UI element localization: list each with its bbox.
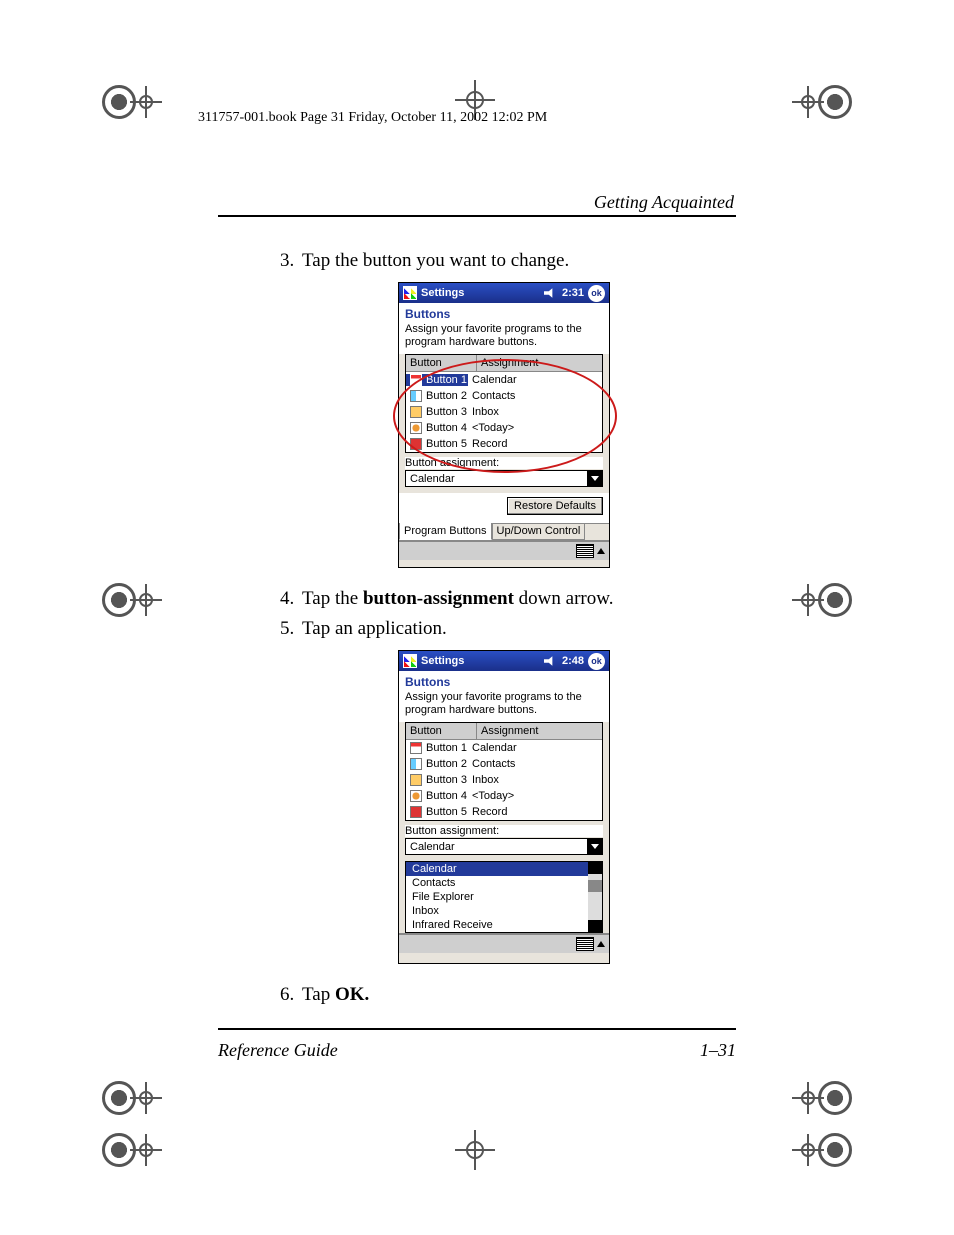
table-row[interactable]: Button 4 <Today> [406, 420, 602, 436]
tab-bar: Program Buttons Up/Down Control [399, 523, 609, 540]
panel-title: Buttons [399, 671, 609, 691]
register-mark [792, 570, 852, 630]
window-title: Settings [421, 655, 464, 667]
column-header-button: Button [406, 355, 477, 371]
register-mark [102, 570, 162, 630]
column-header-button: Button [406, 723, 477, 739]
assignment-label: Button assignment: [405, 825, 603, 837]
inbox-icon [410, 774, 422, 786]
system-bar [399, 933, 609, 953]
divider [218, 1028, 736, 1030]
window-titlebar: Settings 2:31 ok [399, 283, 609, 303]
calendar-icon [410, 374, 422, 386]
dropdown-item[interactable]: Calendar [406, 862, 602, 876]
today-icon [410, 422, 422, 434]
speaker-icon[interactable] [544, 655, 556, 667]
clock: 2:31 [562, 287, 584, 299]
system-bar [399, 540, 609, 560]
table-row[interactable]: Button 2 Contacts [406, 756, 602, 772]
contacts-icon [410, 758, 422, 770]
up-arrow-icon[interactable] [597, 941, 605, 947]
table-row[interactable]: Button 5 Record [406, 804, 602, 820]
dropdown-item[interactable]: Inbox [406, 904, 602, 918]
speaker-icon[interactable] [544, 287, 556, 299]
chevron-down-icon[interactable] [587, 839, 602, 854]
keyboard-icon[interactable] [576, 544, 594, 558]
restore-defaults-button[interactable]: Restore Defaults [507, 497, 603, 515]
record-icon [410, 438, 422, 450]
page-number: 1–31 [700, 1040, 736, 1061]
book-header: 311757-001.book Page 31 Friday, October … [198, 110, 547, 126]
panel-title: Buttons [399, 303, 609, 323]
register-mark [792, 72, 852, 132]
window-titlebar: Settings 2:48 ok [399, 651, 609, 671]
table-row[interactable]: Button 5 Record [406, 436, 602, 452]
dropdown-item[interactable]: Infrared Receive [406, 918, 602, 932]
tab-program-buttons[interactable]: Program Buttons [399, 523, 492, 540]
manual-page: 311757-001.book Page 31 Friday, October … [0, 0, 954, 1235]
step-3: 3.Tap the button you want to change. [280, 250, 569, 272]
column-header-assignment: Assignment [477, 355, 602, 371]
step-6: 6.Tap OK. [280, 984, 369, 1006]
window-title: Settings [421, 287, 464, 299]
table-row[interactable]: Button 4 <Today> [406, 788, 602, 804]
register-mark [102, 1068, 162, 1128]
table-row[interactable]: Button 1 Calendar [406, 740, 602, 756]
register-mark [102, 1120, 162, 1180]
screenshot-2: Settings 2:48 ok Buttons Assign your fav… [398, 650, 610, 964]
button-assignment-table: Button Assignment Button 1 Calendar Butt… [405, 354, 603, 453]
start-flag-icon[interactable] [403, 654, 417, 668]
register-mark [792, 1120, 852, 1180]
assignment-dropdown[interactable]: Calendar [405, 470, 603, 487]
record-icon [410, 806, 422, 818]
keyboard-icon[interactable] [576, 937, 594, 951]
table-row[interactable]: Button 3 Inbox [406, 772, 602, 788]
ok-button[interactable]: ok [588, 285, 605, 302]
assignment-dropdown-list[interactable]: Calendar Contacts File Explorer Inbox In… [405, 861, 603, 933]
panel-instruction: Assign your favorite programs to the pro… [399, 691, 609, 722]
column-header-assignment: Assignment [477, 723, 602, 739]
table-row[interactable]: Button 2 Contacts [406, 388, 602, 404]
step-4: 4.Tap the button-assignment down arrow. [280, 588, 613, 610]
scrollbar[interactable] [588, 862, 602, 932]
up-arrow-icon[interactable] [597, 548, 605, 554]
divider [218, 215, 736, 217]
assignment-label: Button assignment: [405, 457, 603, 469]
contacts-icon [410, 390, 422, 402]
ok-button[interactable]: ok [588, 653, 605, 670]
inbox-icon [410, 406, 422, 418]
register-mark [792, 1068, 852, 1128]
register-mark [102, 72, 162, 132]
dropdown-item[interactable]: Contacts [406, 876, 602, 890]
panel-instruction: Assign your favorite programs to the pro… [399, 323, 609, 354]
start-flag-icon[interactable] [403, 286, 417, 300]
dropdown-item[interactable]: File Explorer [406, 890, 602, 904]
screenshot-1: Settings 2:31 ok Buttons Assign your fav… [398, 282, 610, 568]
page-footer: Reference Guide 1–31 [218, 1040, 736, 1061]
calendar-icon [410, 742, 422, 754]
step-5: 5.Tap an application. [280, 618, 447, 640]
tab-updown-control[interactable]: Up/Down Control [492, 523, 586, 540]
table-row[interactable]: Button 1 Calendar [406, 372, 602, 388]
chevron-down-icon[interactable] [587, 471, 602, 486]
today-icon [410, 790, 422, 802]
footer-title: Reference Guide [218, 1040, 338, 1061]
section-heading: Getting Acquainted [594, 192, 734, 213]
clock: 2:48 [562, 655, 584, 667]
assignment-dropdown[interactable]: Calendar [405, 838, 603, 855]
register-mark [455, 1130, 495, 1170]
table-row[interactable]: Button 3 Inbox [406, 404, 602, 420]
button-assignment-table: Button Assignment Button 1 Calendar Butt… [405, 722, 603, 821]
